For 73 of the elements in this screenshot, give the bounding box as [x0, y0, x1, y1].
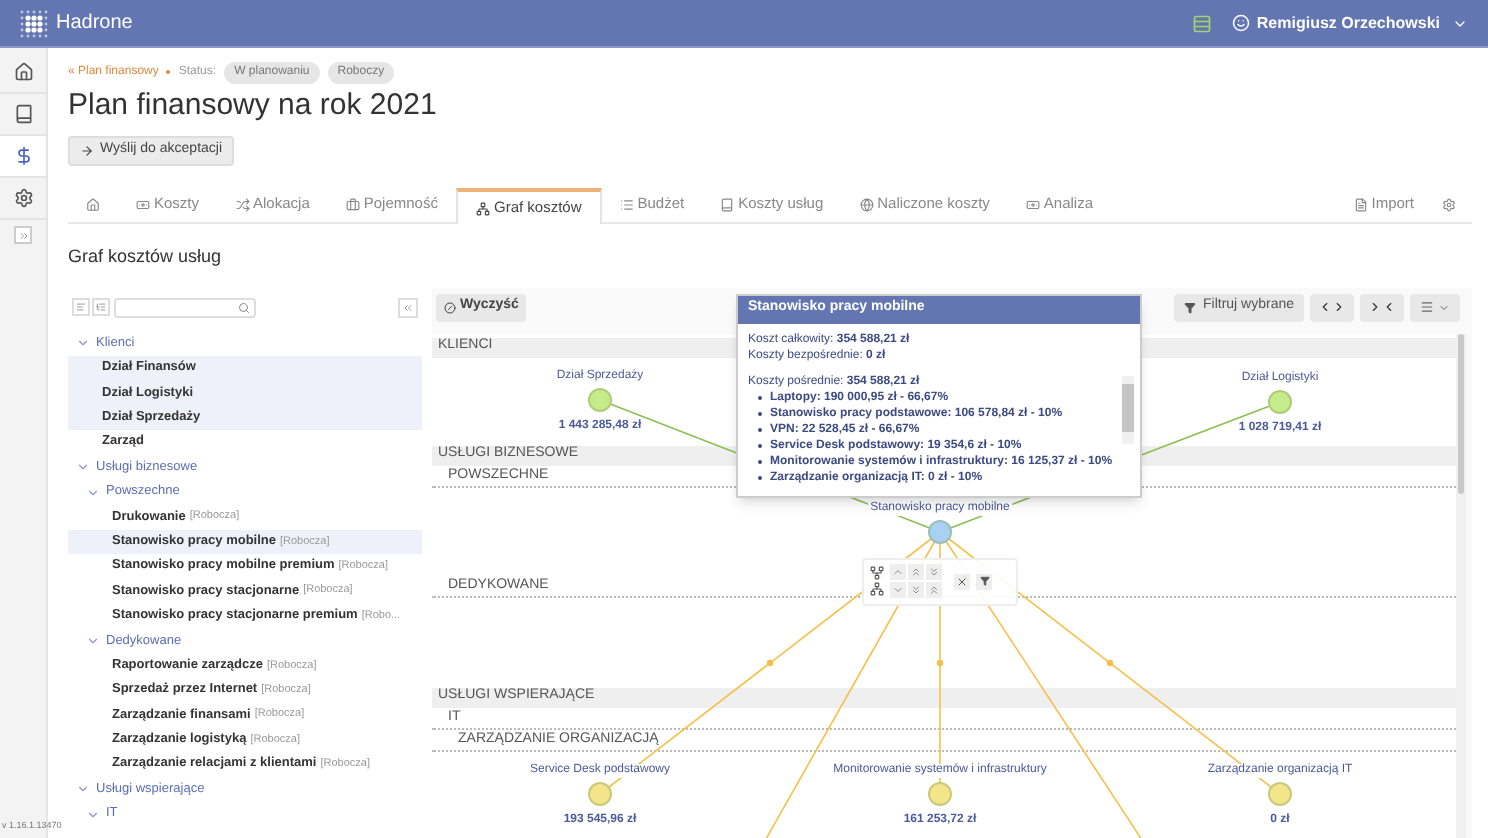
graph-node[interactable]	[588, 781, 612, 805]
double-down-icon	[928, 566, 940, 578]
home-icon	[13, 62, 33, 82]
filter-node-button[interactable]	[976, 573, 992, 589]
graph-node[interactable]	[588, 387, 612, 411]
chevron-right-icon	[1368, 300, 1382, 314]
search-field[interactable]	[114, 297, 256, 317]
user-icon	[1232, 14, 1251, 32]
hierarchy-icon[interactable]	[870, 582, 884, 596]
up-button[interactable]	[890, 564, 906, 580]
chevron-left-icon	[1382, 300, 1396, 314]
shuffle-icon	[235, 197, 250, 211]
chevron-right-icon	[1332, 300, 1346, 314]
book-icon	[13, 104, 33, 124]
briefcase-icon	[345, 197, 360, 211]
settings-icon	[1442, 197, 1456, 211]
logo-icon	[20, 9, 48, 37]
double-up-icon	[928, 584, 940, 596]
up-icon	[892, 566, 904, 578]
section-title: Graf kosztów usług	[68, 244, 224, 270]
app-name: Hadrone	[56, 10, 133, 38]
list-icon	[619, 197, 634, 211]
caret-icon	[1438, 301, 1450, 313]
banknote-icon	[136, 197, 150, 211]
collapse-icon	[402, 301, 414, 313]
double-up-icon	[910, 566, 922, 578]
list-icon	[76, 302, 86, 312]
expand-graph-button[interactable]	[1310, 293, 1354, 321]
banknote-icon	[1025, 197, 1040, 211]
up-all-button[interactable]	[926, 582, 942, 598]
menu-icon	[1420, 300, 1434, 314]
settings-icon	[13, 188, 33, 208]
graph-node[interactable]	[1268, 781, 1292, 805]
chevron-left-icon	[1318, 300, 1332, 314]
rail-button[interactable]	[0, 136, 46, 178]
down-button[interactable]	[890, 582, 906, 598]
expand-icon	[17, 229, 29, 241]
tree-view-button[interactable]	[92, 298, 110, 316]
hierarchy-icon[interactable]	[870, 566, 884, 580]
list-view-button[interactable]	[72, 298, 90, 316]
graph-node[interactable]	[928, 519, 952, 543]
filter-icon	[979, 576, 989, 586]
clear-icon	[444, 301, 456, 313]
search-icon	[238, 301, 250, 313]
dollar-icon	[13, 146, 33, 166]
file-icon	[1353, 197, 1368, 211]
filter-icon	[1184, 301, 1197, 313]
down-all-button[interactable]	[926, 564, 942, 580]
arrow-icon	[80, 144, 94, 158]
down-all-button[interactable]	[908, 582, 924, 598]
chevron-icon[interactable]	[86, 633, 100, 648]
double-down-icon	[910, 584, 922, 596]
tree-icon	[96, 302, 106, 312]
user-menu[interactable]: Remigiusz Orzechowski	[1232, 11, 1468, 35]
graph-node[interactable]	[928, 781, 952, 805]
down-icon	[892, 584, 904, 596]
network-icon	[475, 201, 490, 215]
menu-button[interactable]	[1410, 293, 1460, 321]
list-icon[interactable]	[1192, 13, 1213, 33]
page-title: Plan finansowy na rok 2021	[68, 88, 439, 124]
collapse-graph-button[interactable]	[1360, 293, 1404, 321]
globe-icon	[859, 197, 874, 211]
graph-node[interactable]	[1268, 389, 1292, 413]
close-icon	[956, 575, 968, 587]
expand-button[interactable]	[14, 226, 32, 244]
book-icon	[720, 197, 735, 211]
scrollbar[interactable]	[1456, 333, 1466, 838]
up-all-button[interactable]	[908, 564, 924, 580]
chevron-icon[interactable]	[76, 336, 90, 351]
collapse-button[interactable]	[398, 297, 418, 317]
tooltip-scrollbar[interactable]	[1122, 375, 1134, 443]
home-icon	[86, 197, 100, 211]
remove-button[interactable]	[954, 573, 970, 589]
